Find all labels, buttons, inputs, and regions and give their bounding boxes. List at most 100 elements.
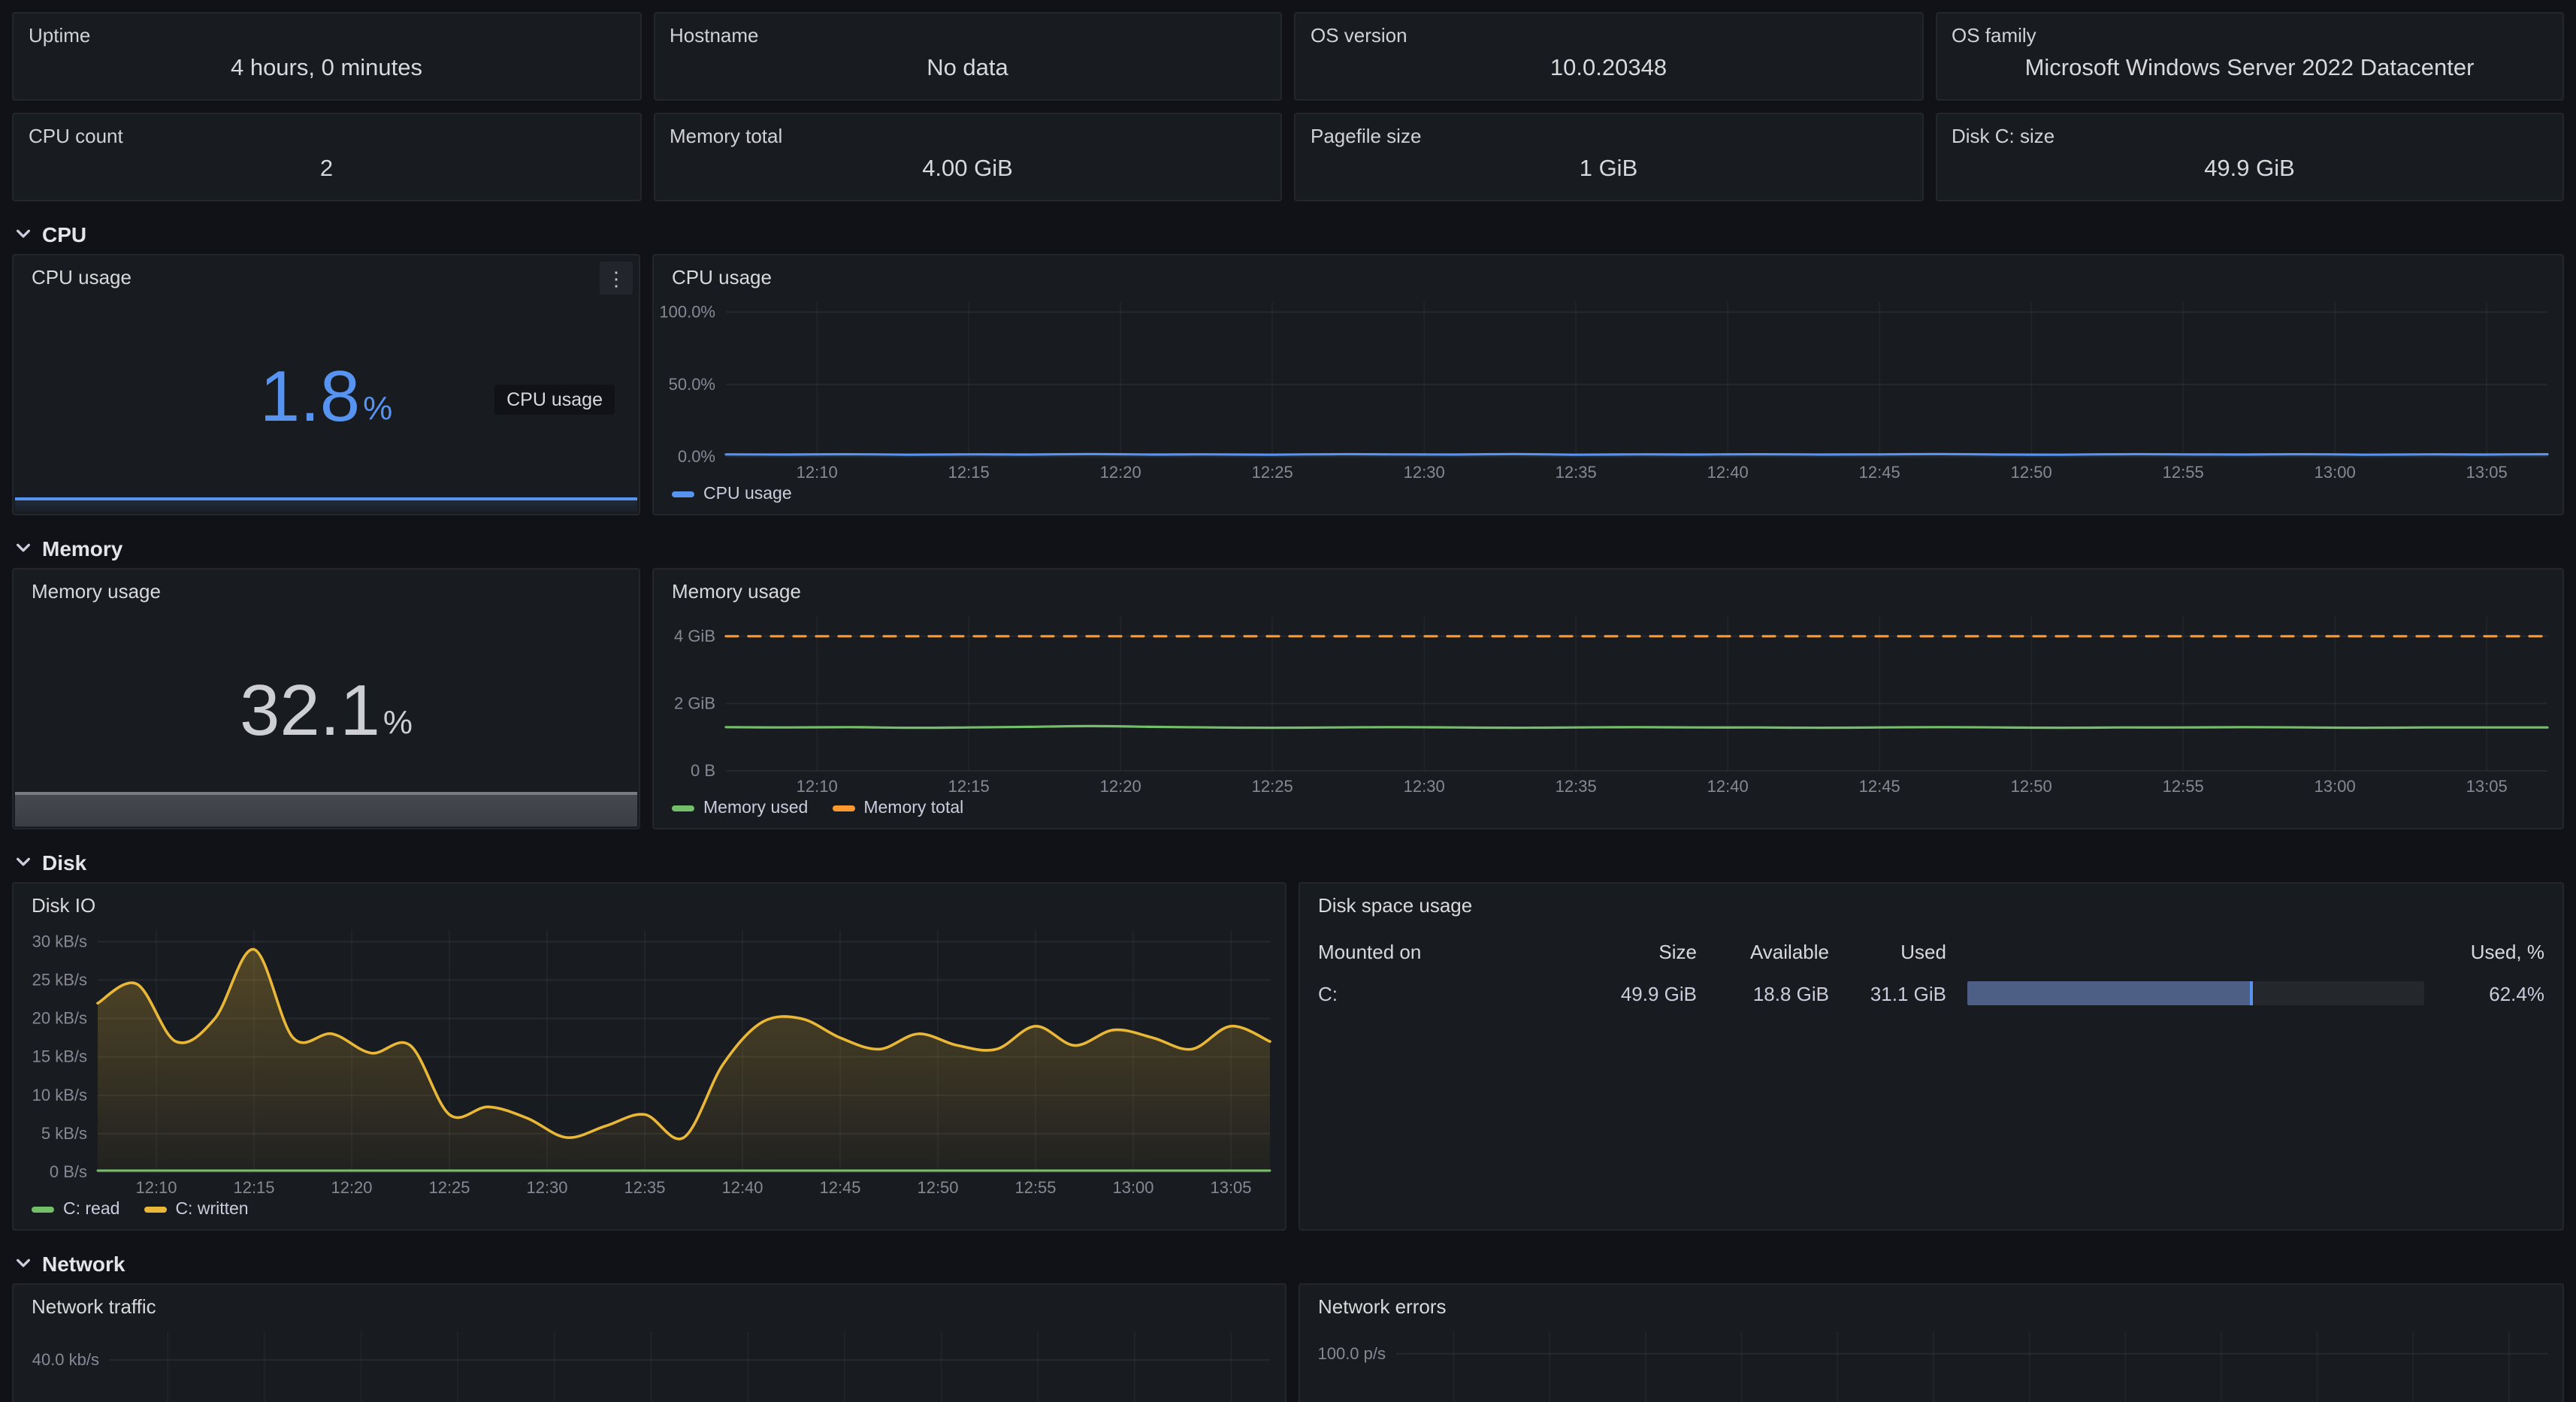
cell-size: 49.9 GiB <box>1516 982 1697 1005</box>
legend-swatch <box>672 491 694 497</box>
svg-text:13:00: 13:00 <box>2314 463 2356 482</box>
stat-number: 32.1 <box>240 676 380 748</box>
network-traffic-chart[interactable]: 0 b/s20.0 kb/s40.0 kb/s12:1012:1512:2012… <box>14 1322 1285 1402</box>
stat-value: 49.9 GiB <box>1952 147 2547 194</box>
chevron-down-icon <box>15 1255 32 1271</box>
legend-swatch <box>832 805 854 811</box>
svg-text:15 kB/s: 15 kB/s <box>32 1047 87 1066</box>
chart-legend: CPU usage <box>654 482 2562 514</box>
network-panels-row: Network traffic 0 b/s20.0 kb/s40.0 kb/s1… <box>12 1283 2564 1402</box>
svg-text:0 B: 0 B <box>691 761 715 780</box>
svg-text:12:40: 12:40 <box>1707 463 1749 482</box>
disk-panels-row: Disk IO 0 B/s5 kB/s10 kB/s15 kB/s20 kB/s… <box>12 882 2564 1231</box>
cpu-usage-chart[interactable]: 0.0%50.0%100.0%12:1012:1512:2012:2512:30… <box>654 293 2562 482</box>
section-title: Network <box>42 1251 125 1275</box>
network-errors-chart[interactable]: 0 p/s50.0 p/s100.0 p/s12:1012:1512:2012:… <box>1300 1322 2562 1402</box>
panel-title[interactable]: OS family <box>1952 24 2547 47</box>
legend-item[interactable]: Memory total <box>832 799 963 817</box>
svg-text:12:10: 12:10 <box>797 777 838 796</box>
svg-text:12:45: 12:45 <box>1859 463 1900 482</box>
svg-text:12:45: 12:45 <box>819 1178 860 1197</box>
stat-value: 2 <box>29 147 624 194</box>
svg-text:12:55: 12:55 <box>1014 1178 1056 1197</box>
row-toggle-memory[interactable]: Memory <box>12 527 2564 568</box>
legend-label: C: read <box>63 1201 119 1219</box>
svg-text:12:10: 12:10 <box>797 463 838 482</box>
chevron-down-icon <box>15 854 32 870</box>
legend-item[interactable]: Memory used <box>672 799 808 817</box>
panel-title[interactable]: Pagefile size <box>1311 125 1906 147</box>
stat-value: 4 hours, 0 minutes <box>29 47 624 93</box>
svg-text:50.0%: 50.0% <box>669 375 715 394</box>
panel-menu-icon[interactable]: ⋮ <box>600 261 633 295</box>
svg-text:30 kB/s: 30 kB/s <box>32 932 87 950</box>
svg-text:25 kB/s: 25 kB/s <box>32 970 87 989</box>
stat-value: 4.00 GiB <box>670 147 1265 194</box>
panel-title[interactable]: Disk IO <box>14 884 1285 921</box>
cell-available: 18.8 GiB <box>1718 982 1829 1005</box>
memory-usage-chart[interactable]: 0 B2 GiB4 GiB12:1012:1512:2012:2512:3012… <box>654 607 2562 796</box>
panel-hostname: Hostname No data <box>653 12 1282 101</box>
svg-text:12:40: 12:40 <box>1707 777 1749 796</box>
chevron-down-icon <box>15 539 32 556</box>
panel-title[interactable]: Network traffic <box>14 1285 1285 1322</box>
svg-text:5 kB/s: 5 kB/s <box>41 1124 87 1143</box>
col-header-available: Available <box>1718 940 1829 962</box>
svg-text:12:20: 12:20 <box>1100 777 1141 796</box>
row-toggle-disk[interactable]: Disk <box>12 842 2564 882</box>
panel-title[interactable]: Disk C: size <box>1952 125 2547 147</box>
stat-number: 1.8 <box>260 362 360 434</box>
svg-text:12:10: 12:10 <box>135 1178 177 1197</box>
svg-text:12:30: 12:30 <box>1404 777 1445 796</box>
panel-title[interactable]: Disk space usage <box>1300 884 2562 921</box>
svg-text:13:05: 13:05 <box>1210 1178 1251 1197</box>
chevron-down-icon <box>15 225 32 242</box>
row-toggle-network[interactable]: Network <box>12 1243 2564 1283</box>
panel-title[interactable]: OS version <box>1311 24 1906 47</box>
panel-memory-usage-stat: Memory usage 32.1% <box>12 568 640 829</box>
stat-value: No data <box>670 47 1265 93</box>
svg-text:12:20: 12:20 <box>1100 463 1141 482</box>
svg-text:12:50: 12:50 <box>2011 777 2052 796</box>
row-toggle-cpu[interactable]: CPU <box>12 213 2564 254</box>
panel-title[interactable]: CPU usage <box>14 255 639 293</box>
panel-uptime: Uptime 4 hours, 0 minutes <box>12 12 641 101</box>
panel-title[interactable]: Memory total <box>670 125 1265 147</box>
panel-title[interactable]: Memory usage <box>14 570 639 607</box>
panel-title[interactable]: Uptime <box>29 24 624 47</box>
legend-label: Memory used <box>703 799 808 817</box>
memory-panels-row: Memory usage 32.1% Memory usage 0 B 2 GiB… <box>12 568 2564 829</box>
col-header-used: Used <box>1850 940 1946 962</box>
svg-text:12:55: 12:55 <box>2163 777 2204 796</box>
cell-used: 31.1 GiB <box>1850 982 1946 1005</box>
stat-value: 1 GiB <box>1311 147 1906 194</box>
svg-text:12:40: 12:40 <box>721 1178 763 1197</box>
panel-title[interactable]: CPU usage <box>654 255 2562 293</box>
panel-network-traffic: Network traffic 0 b/s20.0 kb/s40.0 kb/s1… <box>12 1283 1286 1402</box>
panel-title[interactable]: Hostname <box>670 24 1265 47</box>
svg-text:13:05: 13:05 <box>2466 463 2508 482</box>
svg-text:2 GiB: 2 GiB <box>674 693 715 712</box>
legend-item[interactable]: C: read <box>32 1201 119 1219</box>
section-title: Disk <box>42 850 86 874</box>
legend-item[interactable]: C: written <box>144 1201 248 1219</box>
panel-title[interactable]: Network errors <box>1300 1285 2562 1322</box>
legend-label: C: written <box>175 1201 248 1219</box>
panel-title[interactable]: CPU count <box>29 125 624 147</box>
svg-text:12:50: 12:50 <box>2011 463 2052 482</box>
panel-pagefile-size: Pagefile size 1 GiB <box>1294 113 1923 201</box>
stats-row-1: Uptime 4 hours, 0 minutes Hostname No da… <box>12 12 2564 101</box>
svg-text:4 GiB: 4 GiB <box>674 627 715 645</box>
svg-text:13:00: 13:00 <box>1112 1178 1153 1197</box>
disk-usage-bar-track <box>1967 981 2424 1005</box>
svg-text:12:15: 12:15 <box>948 463 990 482</box>
svg-text:12:45: 12:45 <box>1859 777 1900 796</box>
panel-network-errors: Network errors 0 p/s50.0 p/s100.0 p/s12:… <box>1299 1283 2564 1402</box>
svg-text:12:50: 12:50 <box>917 1178 958 1197</box>
svg-text:10 kB/s: 10 kB/s <box>32 1086 87 1104</box>
disk-io-chart[interactable]: 0 B/s5 kB/s10 kB/s15 kB/s20 kB/s25 kB/s3… <box>14 921 1285 1198</box>
col-header-used-pct: Used, % <box>2445 940 2544 962</box>
svg-text:12:30: 12:30 <box>526 1178 567 1197</box>
legend-item[interactable]: CPU usage <box>672 485 792 503</box>
panel-title[interactable]: Memory usage <box>654 570 2562 607</box>
